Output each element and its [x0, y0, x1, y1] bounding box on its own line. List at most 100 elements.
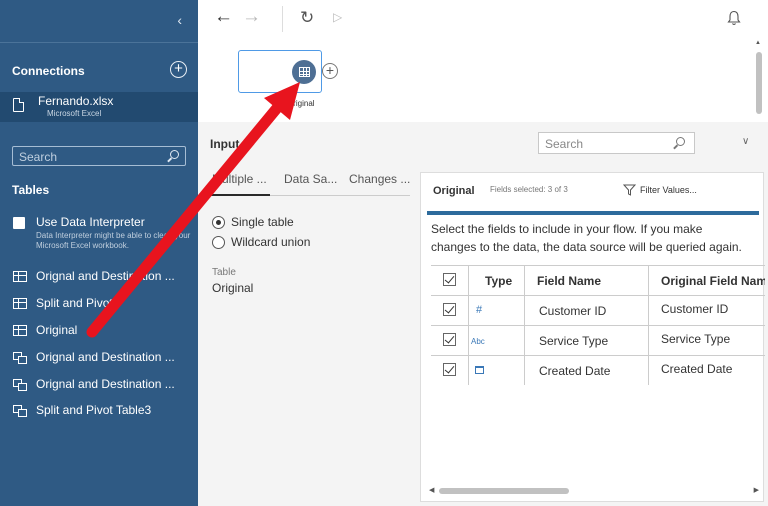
- table-icon: [13, 298, 27, 309]
- tab-multiple[interactable]: Multiple ...: [212, 172, 267, 186]
- wildcard-union-label: Wildcard union: [231, 235, 311, 249]
- add-step-icon[interactable]: +: [322, 63, 338, 79]
- original-field-name: Customer ID: [661, 302, 729, 316]
- sidebar-table-item[interactable]: Original: [0, 320, 198, 342]
- union-icon: [13, 379, 27, 391]
- table-caption: Table: [212, 267, 236, 278]
- header-field-name: Field Name: [537, 274, 602, 288]
- scrollbar-thumb[interactable]: [756, 52, 762, 114]
- type-cell[interactable]: [469, 356, 525, 385]
- header-type: Type: [485, 274, 513, 288]
- horizontal-scrollbar[interactable]: ◀ ▶: [429, 486, 759, 496]
- type-cell[interactable]: Abc: [469, 326, 525, 356]
- number-type-icon: #: [476, 304, 483, 316]
- single-table-label: Single table: [231, 215, 294, 229]
- checkbox-cell: [431, 356, 469, 385]
- card-title: Original: [433, 185, 475, 197]
- sidebar-header: ‹: [0, 0, 198, 42]
- table-item-label: Split and Pivot: [36, 296, 113, 310]
- scrollbar-thumb[interactable]: [439, 488, 569, 494]
- union-icon: [13, 405, 27, 417]
- connections-header: Connections +: [0, 43, 198, 93]
- flow-canvas: ← → ↻ ▷ + Original ▲: [198, 0, 768, 122]
- header-cell[interactable]: Type: [469, 266, 525, 296]
- data-interpreter-checkbox[interactable]: [13, 217, 25, 229]
- table-row[interactable]: # Customer ID Customer ID: [431, 296, 765, 326]
- chevron-down-icon[interactable]: ∨: [742, 136, 749, 147]
- tab-data-sample[interactable]: Data Sa...: [284, 172, 337, 186]
- original-field-name: Service Type: [661, 332, 731, 346]
- node-label: Original: [287, 99, 315, 108]
- fields-card: Original Fields selected: 3 of 3 Filter …: [420, 172, 765, 502]
- field-name-cell[interactable]: Customer ID: [525, 296, 649, 326]
- data-interpreter-label: Use Data Interpreter: [36, 215, 145, 229]
- header-checkbox-cell: [431, 266, 469, 296]
- scroll-up-icon[interactable]: ▲: [755, 40, 761, 46]
- field-name-cell[interactable]: Created Date: [525, 356, 649, 385]
- search-icon: [676, 137, 685, 146]
- panel-title: Input: [210, 137, 240, 151]
- field-name: Customer ID: [539, 304, 607, 318]
- forward-arrow-icon[interactable]: →: [242, 6, 261, 28]
- add-connection-icon[interactable]: +: [170, 61, 187, 78]
- sidebar-table-item[interactable]: Split and Pivot: [0, 293, 198, 315]
- filter-icon[interactable]: [623, 184, 636, 196]
- input-step-icon[interactable]: [292, 60, 316, 84]
- connection-file-type: Microsoft Excel: [47, 109, 102, 118]
- connection-file-item[interactable]: Fernando.xlsx Microsoft Excel: [0, 92, 198, 122]
- table-item-label: Split and Pivot Table3: [36, 403, 152, 417]
- toolbar-divider: [282, 6, 283, 32]
- table-header-row: Type Field Name Original Field Name: [431, 266, 765, 296]
- scroll-left-icon[interactable]: ◀: [429, 486, 434, 494]
- tab-changes[interactable]: Changes ...: [349, 172, 410, 186]
- header-original-field-name: Original Field Name: [661, 274, 765, 288]
- table-item-label: Orignal and Destination ...: [36, 350, 175, 364]
- single-table-radio[interactable]: [212, 216, 225, 229]
- filter-values-button[interactable]: Filter Values...: [640, 185, 697, 195]
- select-all-checkbox[interactable]: [443, 273, 456, 286]
- field-checkbox[interactable]: [443, 333, 456, 346]
- header-cell[interactable]: Original Field Name: [649, 266, 765, 296]
- original-name-cell: Customer ID: [649, 296, 765, 326]
- field-checkbox[interactable]: [443, 303, 456, 316]
- run-flow-icon[interactable]: ▷: [333, 10, 342, 24]
- original-name-cell: Service Type: [649, 326, 765, 356]
- type-cell[interactable]: #: [469, 296, 525, 326]
- field-name: Created Date: [539, 364, 611, 378]
- checkbox-cell: [431, 296, 469, 326]
- active-tab-indicator: [210, 194, 270, 196]
- table-icon: [13, 271, 27, 282]
- data-interpreter-description: Data Interpreter might be able to clean …: [36, 231, 191, 250]
- string-type-icon: Abc: [471, 337, 485, 346]
- sidebar-union-item[interactable]: Orignal and Destination ...: [0, 374, 198, 396]
- field-name-cell[interactable]: Service Type: [525, 326, 649, 356]
- table-item-label: Original: [36, 323, 78, 337]
- collapse-chevron-icon[interactable]: ‹: [177, 12, 182, 28]
- wildcard-union-radio[interactable]: [212, 236, 225, 249]
- table-value: Original: [212, 281, 254, 295]
- field-name: Service Type: [539, 334, 609, 348]
- fields-table: Type Field Name Original Field Name # Cu…: [431, 265, 765, 385]
- search-icon: [170, 150, 179, 159]
- bell-icon[interactable]: [727, 10, 741, 26]
- sidebar-table-item[interactable]: Orignal and Destination ...: [0, 266, 198, 288]
- tables-search-input[interactable]: Search: [12, 146, 186, 166]
- input-panel: Input Search ∨ Multiple ... Data Sa... C…: [198, 122, 768, 506]
- table-item-label: Orignal and Destination ...: [36, 269, 175, 283]
- table-row[interactable]: Created Date Created Date: [431, 356, 765, 385]
- sidebar: ‹ Connections + Fernando.xlsx Microsoft …: [0, 0, 198, 506]
- sidebar-union-item[interactable]: Split and Pivot Table3: [0, 400, 198, 422]
- panel-search-input[interactable]: Search: [538, 132, 695, 154]
- union-icon: [13, 352, 27, 364]
- search-placeholder: Search: [19, 150, 58, 164]
- scroll-right-icon[interactable]: ▶: [754, 486, 759, 494]
- header-cell[interactable]: Field Name: [525, 266, 649, 296]
- sidebar-union-item[interactable]: Orignal and Destination ...: [0, 347, 198, 369]
- field-checkbox[interactable]: [443, 363, 456, 376]
- connection-file-name: Fernando.xlsx: [38, 94, 114, 108]
- canvas-scrollbar[interactable]: ▲: [755, 40, 763, 120]
- back-arrow-icon[interactable]: ←: [214, 6, 233, 28]
- table-row[interactable]: Abc Service Type Service Type: [431, 326, 765, 356]
- refresh-icon[interactable]: ↻: [300, 8, 314, 28]
- table-item-label: Orignal and Destination ...: [36, 377, 175, 391]
